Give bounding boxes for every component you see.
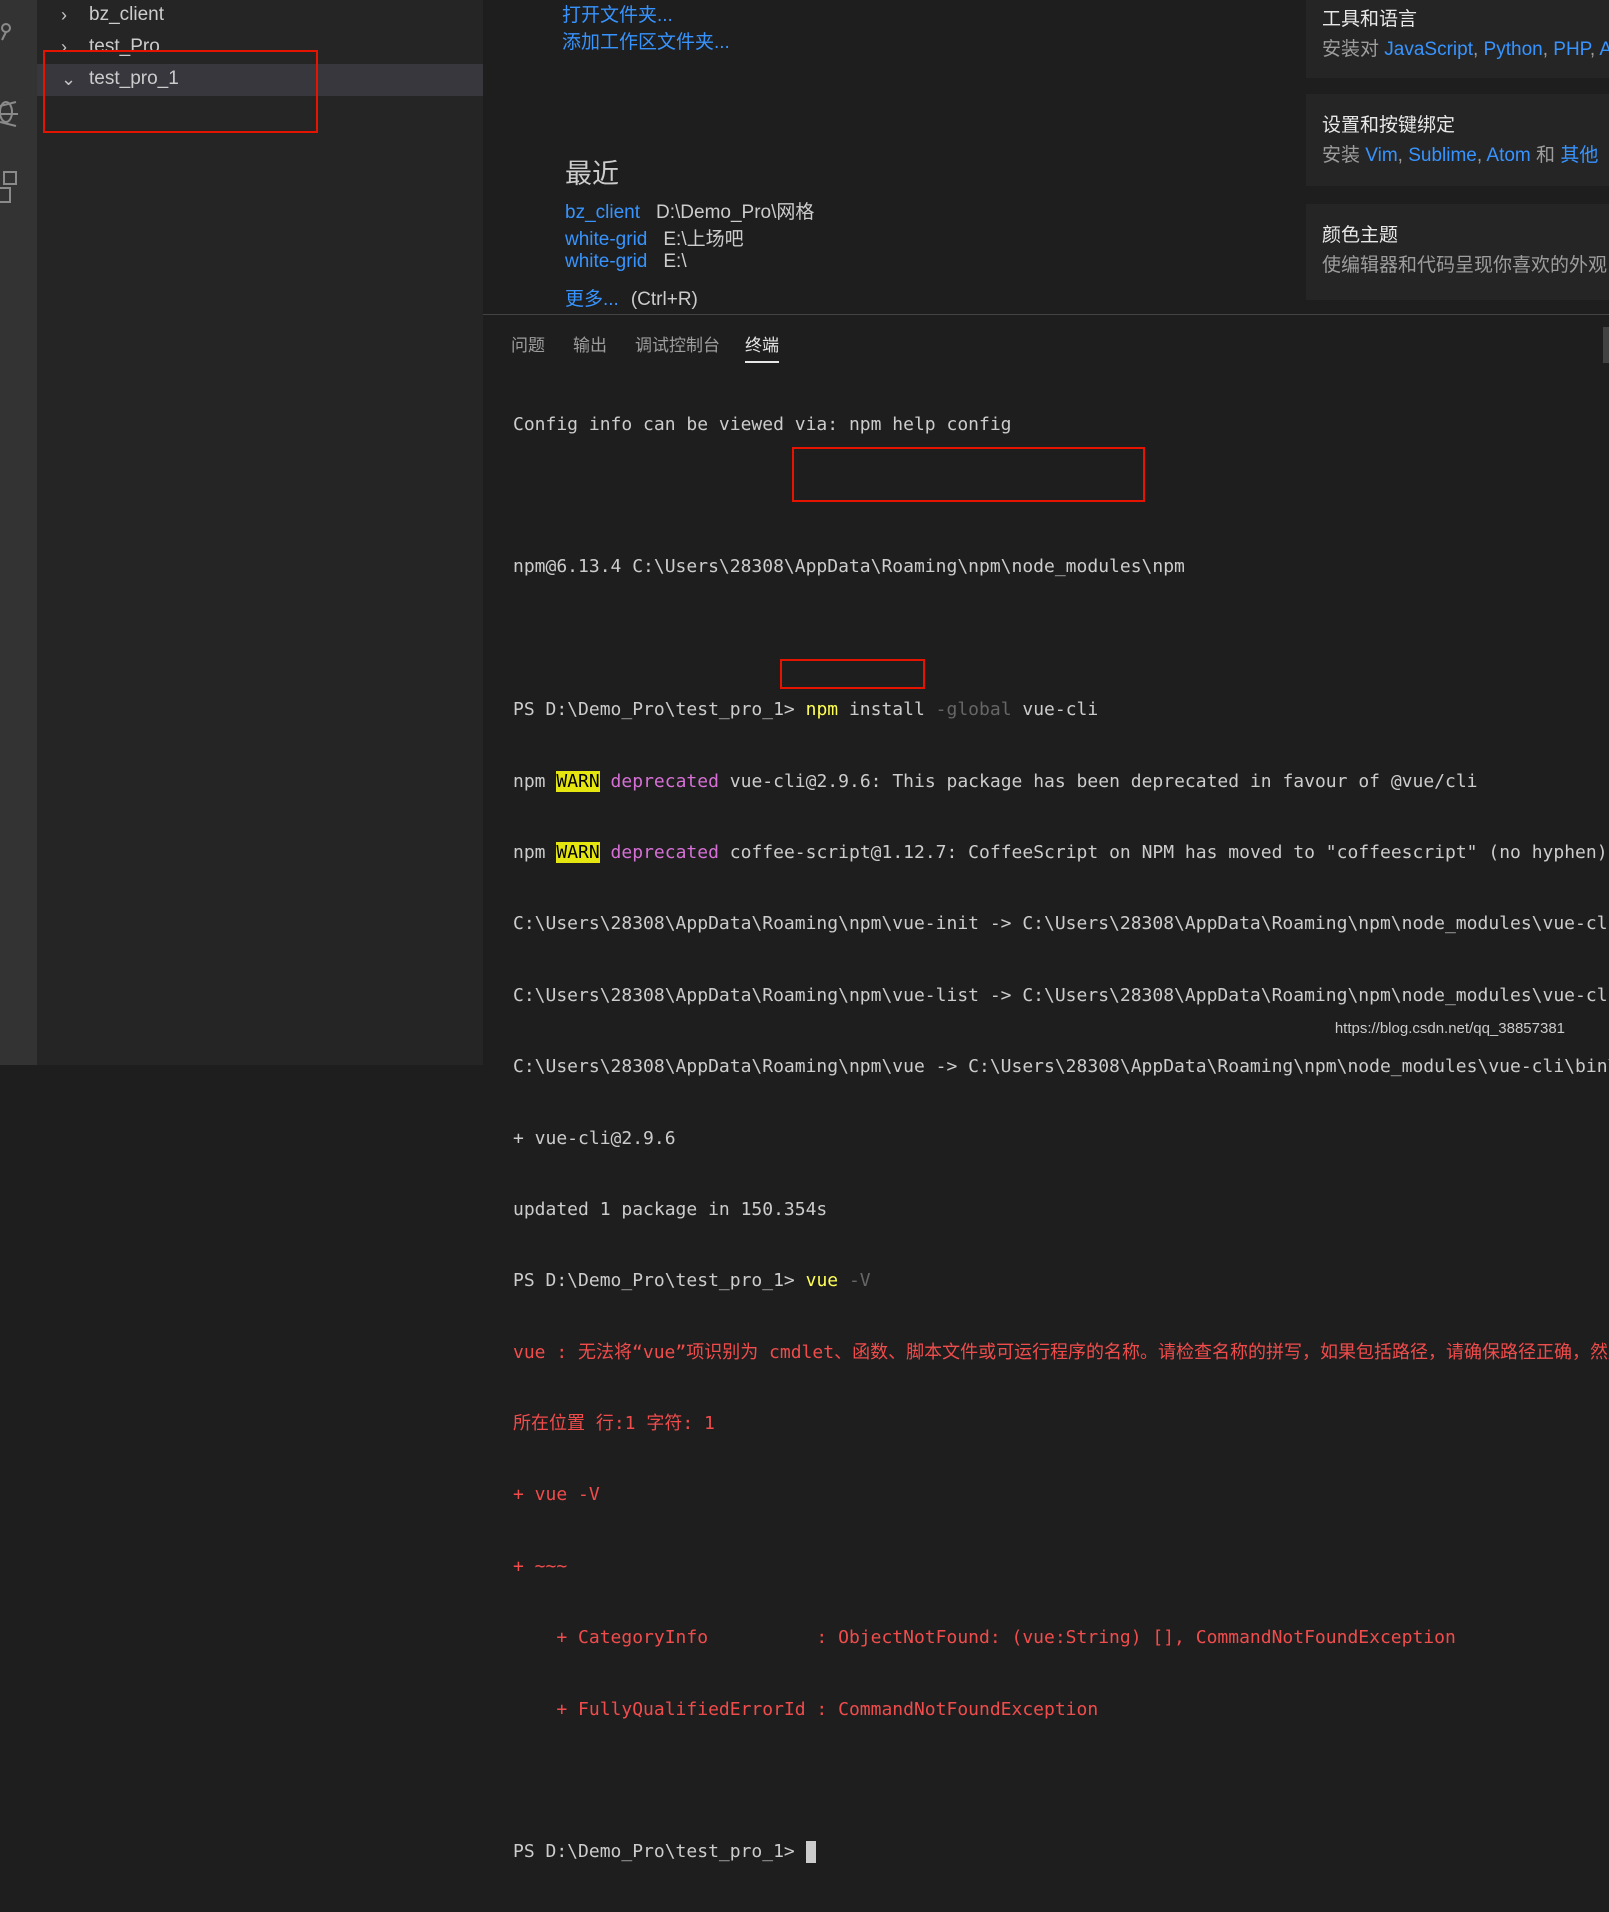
debug-icon[interactable] xyxy=(0,92,20,132)
color-theme-card[interactable]: 颜色主题 使编辑器和代码呈现你喜欢的外观 xyxy=(1306,204,1609,300)
highlight-box-folder xyxy=(43,50,318,133)
recent-more-shortcut: (Ctrl+R) xyxy=(630,289,698,310)
terminal-prompt: PS D:\Demo_Pro\test_pro_1> xyxy=(513,1841,795,1863)
tab-problems[interactable]: 问题 xyxy=(511,331,545,356)
terminal-line-command: PS D:\Demo_Pro\test_pro_1> xyxy=(513,1840,1609,1864)
warn-badge: WARN xyxy=(556,841,600,863)
card-title: 设置和按键绑定 xyxy=(1322,115,1456,136)
highlight-box-vue-command xyxy=(780,659,925,689)
warn-npm: npm xyxy=(513,841,557,863)
terminal-line-warn: npm WARN deprecated vue-cli@2.9.6: This … xyxy=(513,770,1609,794)
terminal-output[interactable]: Config info can be viewed via: npm help … xyxy=(513,365,1609,1912)
recent-more: 更多... (Ctrl+R) xyxy=(565,284,698,311)
cmd-install: install xyxy=(838,699,936,721)
card-title: 工具和语言 xyxy=(1322,9,1418,30)
python-link[interactable]: Python xyxy=(1484,39,1543,60)
terminal-line: npm@6.13.4 C:\Users\28308\AppData\Roamin… xyxy=(513,556,1185,578)
welcome-page: 打开文件夹... 添加工作区文件夹... 最近 bz_client D:\Demo… xyxy=(483,0,1609,314)
recent-item: bz_client D:\Demo_Pro\网格 xyxy=(565,197,814,224)
terminal-error-line: + CategoryInfo : ObjectNotFound: (vue:St… xyxy=(513,1627,1456,1649)
separator: , xyxy=(1589,39,1600,60)
card-desc-prefix: 安装对 xyxy=(1322,39,1385,60)
terminal-line: updated 1 package in 150.354s xyxy=(513,1198,828,1220)
separator: , xyxy=(1472,39,1484,60)
tab-output[interactable]: 输出 xyxy=(573,331,607,356)
cmd-flag-v: -V xyxy=(838,1270,871,1292)
recent-item-path: E:\ xyxy=(663,251,687,272)
recent-item-name[interactable]: bz_client xyxy=(565,202,640,223)
extensions-icon[interactable] xyxy=(0,168,20,208)
terminal-cursor xyxy=(805,1841,816,1864)
recent-item-name[interactable]: white-grid xyxy=(565,251,647,272)
terminal-error-line: + ~~~ xyxy=(513,1555,568,1577)
warn-deprecated: deprecated xyxy=(599,841,719,863)
watermark: https://blog.csdn.net/qq_38857381 xyxy=(1334,1020,1565,1037)
recent-item-name[interactable]: white-grid xyxy=(565,229,647,250)
open-folder-link[interactable]: 打开文件夹... xyxy=(562,0,673,27)
panel-scrollbar[interactable] xyxy=(1603,327,1609,363)
add-workspace-folder-link[interactable]: 添加工作区文件夹... xyxy=(562,27,730,54)
activity-bar xyxy=(0,0,37,1065)
terminal-error-line: + FullyQualifiedErrorId : CommandNotFoun… xyxy=(513,1698,1099,1720)
cmd-vue: vue xyxy=(805,1270,839,1292)
tab-debug-console[interactable]: 调试控制台 xyxy=(635,331,720,356)
terminal-prompt: PS D:\Demo_Pro\test_pro_1> xyxy=(513,699,795,721)
recent-item: white-grid E:\ xyxy=(565,251,687,273)
warn-npm: npm xyxy=(513,770,557,792)
terminal-line-command: PS D:\Demo_Pro\test_pro_1> vue -V xyxy=(513,1269,1609,1293)
conjunction: 和 xyxy=(1530,145,1561,166)
azure-link[interactable]: Az xyxy=(1599,39,1609,60)
terminal-line-warn: npm WARN deprecated coffee-script@1.12.7… xyxy=(513,841,1609,865)
cmd-npm: npm xyxy=(805,699,839,721)
tab-terminal[interactable]: 终端 xyxy=(745,331,779,363)
tree-item-label: bz_client xyxy=(89,4,164,25)
warn-badge: WARN xyxy=(556,770,600,792)
cmd-flag-global: -global xyxy=(935,699,1012,721)
terminal-error-line: 所在位置 行:1 字符: 1 xyxy=(513,1413,715,1435)
separator: , xyxy=(1542,39,1554,60)
recent-item: white-grid E:\上场吧 xyxy=(565,224,744,251)
recent-title: 最近 xyxy=(565,159,619,189)
explorer-sidebar: › bz_client › test_Pro ⌄ test_pro_1 xyxy=(37,0,483,1065)
warn-text: vue-cli@2.9.6: This package has been dep… xyxy=(718,770,1478,792)
javascript-link[interactable]: JavaScript xyxy=(1384,39,1473,60)
terminal-error-line: + vue -V xyxy=(513,1484,600,1506)
card-desc: 安装 Vim, Sublime, Atom 和 其他 xyxy=(1322,140,1598,167)
terminal-error-line: vue : 无法将“vue”项识别为 cmdlet、函数、脚本文件或可运行程序的… xyxy=(513,1341,1609,1363)
card-title: 颜色主题 xyxy=(1322,225,1399,246)
recent-item-path: E:\上场吧 xyxy=(663,229,744,250)
terminal-line: + vue-cli@2.9.6 xyxy=(513,1127,676,1149)
warn-text: coffee-script@1.12.7: CoffeeScript on NP… xyxy=(718,841,1608,863)
keybindings-card[interactable]: 设置和按键绑定 安装 Vim, Sublime, Atom 和 其他 xyxy=(1306,94,1609,186)
tree-item-bz-client[interactable]: › bz_client xyxy=(37,0,483,32)
card-desc-prefix: 安装 xyxy=(1322,145,1366,166)
card-desc: 使编辑器和代码呈现你喜欢的外观 xyxy=(1322,255,1608,276)
terminal-prompt: PS D:\Demo_Pro\test_pro_1> xyxy=(513,1270,795,1292)
php-link[interactable]: PHP xyxy=(1553,39,1590,60)
source-control-icon[interactable] xyxy=(0,18,20,58)
terminal-line: C:\Users\28308\AppData\Roaming\npm\vue-i… xyxy=(513,913,1609,935)
cmd-vue-cli: vue-cli xyxy=(1011,699,1099,721)
other-keymaps-link[interactable]: 其他 xyxy=(1560,145,1598,166)
vim-link[interactable]: Vim xyxy=(1365,145,1397,166)
tools-languages-card[interactable]: 工具和语言 安装对 JavaScript, Python, PHP, Az xyxy=(1306,0,1609,78)
highlight-box-install-command xyxy=(792,447,1145,502)
terminal-line: C:\Users\28308\AppData\Roaming\npm\vue-l… xyxy=(513,984,1609,1006)
separator: , xyxy=(1476,145,1487,166)
recent-item-path: D:\Demo_Pro\网格 xyxy=(656,202,815,223)
sublime-link[interactable]: Sublime xyxy=(1408,145,1477,166)
warn-deprecated: deprecated xyxy=(599,770,719,792)
card-desc: 安装对 JavaScript, Python, PHP, Az xyxy=(1322,34,1609,61)
terminal-line-command: PS D:\Demo_Pro\test_pro_1> npm install -… xyxy=(513,698,1609,722)
atom-link[interactable]: Atom xyxy=(1486,145,1530,166)
terminal-line: C:\Users\28308\AppData\Roaming\npm\vue -… xyxy=(513,1056,1609,1078)
chevron-right-icon: › xyxy=(61,5,67,25)
terminal-line: Config info can be viewed via: npm help … xyxy=(513,413,1012,435)
bottom-panel: 问题 输出 调试控制台 终端 Config info can be viewed… xyxy=(483,314,1609,1864)
separator: , xyxy=(1397,145,1409,166)
recent-more-link[interactable]: 更多... xyxy=(565,289,619,310)
